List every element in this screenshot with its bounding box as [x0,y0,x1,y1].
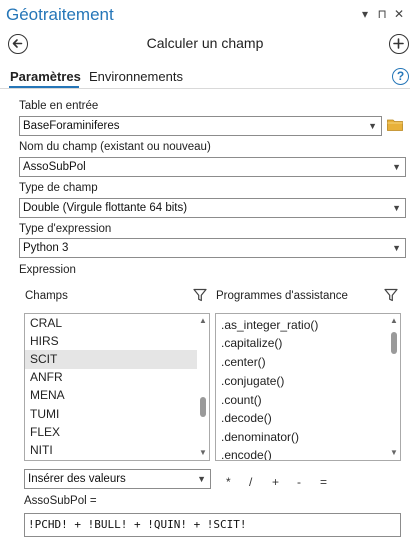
tabs-divider [0,88,410,89]
tab-environnements[interactable]: Environnements [89,69,183,84]
expression-code-input[interactable]: !PCHD! + !BULL! + !QUIN! + !SCIT! [24,513,401,537]
filter-icon[interactable] [193,288,207,302]
scroll-thumb[interactable] [391,332,397,354]
expression-type-label: Type d'expression [19,223,112,235]
expression-target-label: AssoSubPol = [24,495,97,507]
list-item[interactable]: .as_integer_ratio() [216,316,388,335]
list-item[interactable]: MENA [25,386,197,405]
list-item[interactable]: .count() [216,391,388,410]
chevron-down-icon: ▼ [392,243,401,253]
input-table-value: BaseForaminiferes [23,120,120,132]
chevron-down-icon: ▼ [368,121,377,131]
helpers-header: Programmes d'assistance [216,290,348,302]
insert-values-select[interactable]: Insérer des valeurs ▼ [24,469,211,489]
add-button[interactable] [389,34,409,54]
help-icon[interactable]: ? [392,68,409,85]
panel-menu-icon[interactable]: ▾ [358,6,372,22]
operator-plus-button[interactable]: + [272,475,279,489]
tab-parametres[interactable]: Paramètres [10,69,81,84]
list-item[interactable]: HIRS [25,332,197,351]
panel-title: Géotraitement [6,5,114,24]
scroll-down-icon[interactable]: ▼ [388,448,400,457]
helpers-scrollbar[interactable]: ▲ ▼ [388,314,400,460]
input-table-label: Table en entrée [19,100,99,112]
close-icon[interactable]: ✕ [392,6,406,22]
scroll-up-icon[interactable]: ▲ [197,316,209,325]
operator-divide-button[interactable]: / [249,475,252,489]
field-type-value: Double (Virgule flottante 64 bits) [23,202,188,214]
insert-values-label: Insérer des valeurs [28,473,126,485]
helpers-list[interactable]: .as_integer_ratio() .capitalize() .cente… [215,313,401,461]
tool-navbar: Calculer un champ [0,30,410,58]
list-item[interactable]: .center() [216,353,388,372]
back-button[interactable] [8,34,28,54]
list-item[interactable]: CRAL [25,314,197,333]
expression-label: Expression [19,264,76,276]
tool-title: Calculer un champ [146,35,264,51]
tab-bar: Paramètres Environnements [0,62,410,90]
pin-icon[interactable]: ⊓ [375,6,389,22]
list-item[interactable]: ANFR [25,368,197,387]
list-item[interactable]: .decode() [216,409,388,428]
chevron-down-icon: ▼ [392,162,401,172]
fields-header: Champs [25,290,68,302]
expression-type-value: Python 3 [23,242,69,254]
field-name-label: Nom du champ (existant ou nouveau) [19,141,211,153]
operator-minus-button[interactable]: - [297,475,301,489]
expression-type-select[interactable]: Python 3 ▼ [19,238,406,258]
list-item[interactable]: TUMI [25,405,197,424]
operator-equals-button[interactable]: = [320,475,327,489]
field-type-select[interactable]: Double (Virgule flottante 64 bits) ▼ [19,198,406,218]
operator-multiply-button[interactable]: * [226,475,231,489]
scroll-down-icon[interactable]: ▼ [197,448,209,457]
scroll-thumb[interactable] [200,397,206,417]
list-item[interactable]: NITI [25,441,197,460]
expression-code: !PCHD! + !BULL! + !QUIN! + !SCIT! [28,518,247,531]
scroll-up-icon[interactable]: ▲ [388,316,400,325]
panel-titlebar: Géotraitement ▾ ⊓ ✕ [0,0,410,30]
list-item[interactable]: .denominator() [216,428,388,447]
plus-icon [393,38,404,49]
filter-icon[interactable] [384,288,398,302]
list-item[interactable]: SCIT [25,350,197,369]
list-item[interactable]: .capitalize() [216,334,388,353]
arrow-left-icon [12,39,23,48]
folder-icon[interactable] [387,118,403,131]
fields-scrollbar[interactable]: ▲ ▼ [197,314,209,460]
field-type-label: Type de champ [19,182,98,194]
list-item[interactable]: .encode() [216,446,388,460]
field-name-field[interactable]: AssoSubPol ▼ [19,157,406,177]
field-name-value: AssoSubPol [23,161,86,173]
chevron-down-icon: ▼ [197,474,206,484]
chevron-down-icon: ▼ [392,203,401,213]
fields-list[interactable]: CRAL HIRS SCIT ANFR MENA TUMI FLEX NITI … [24,313,210,461]
list-item[interactable]: .conjugate() [216,372,388,391]
list-item[interactable]: FLEX [25,423,197,442]
input-table-field[interactable]: BaseForaminiferes ▼ [19,116,382,136]
